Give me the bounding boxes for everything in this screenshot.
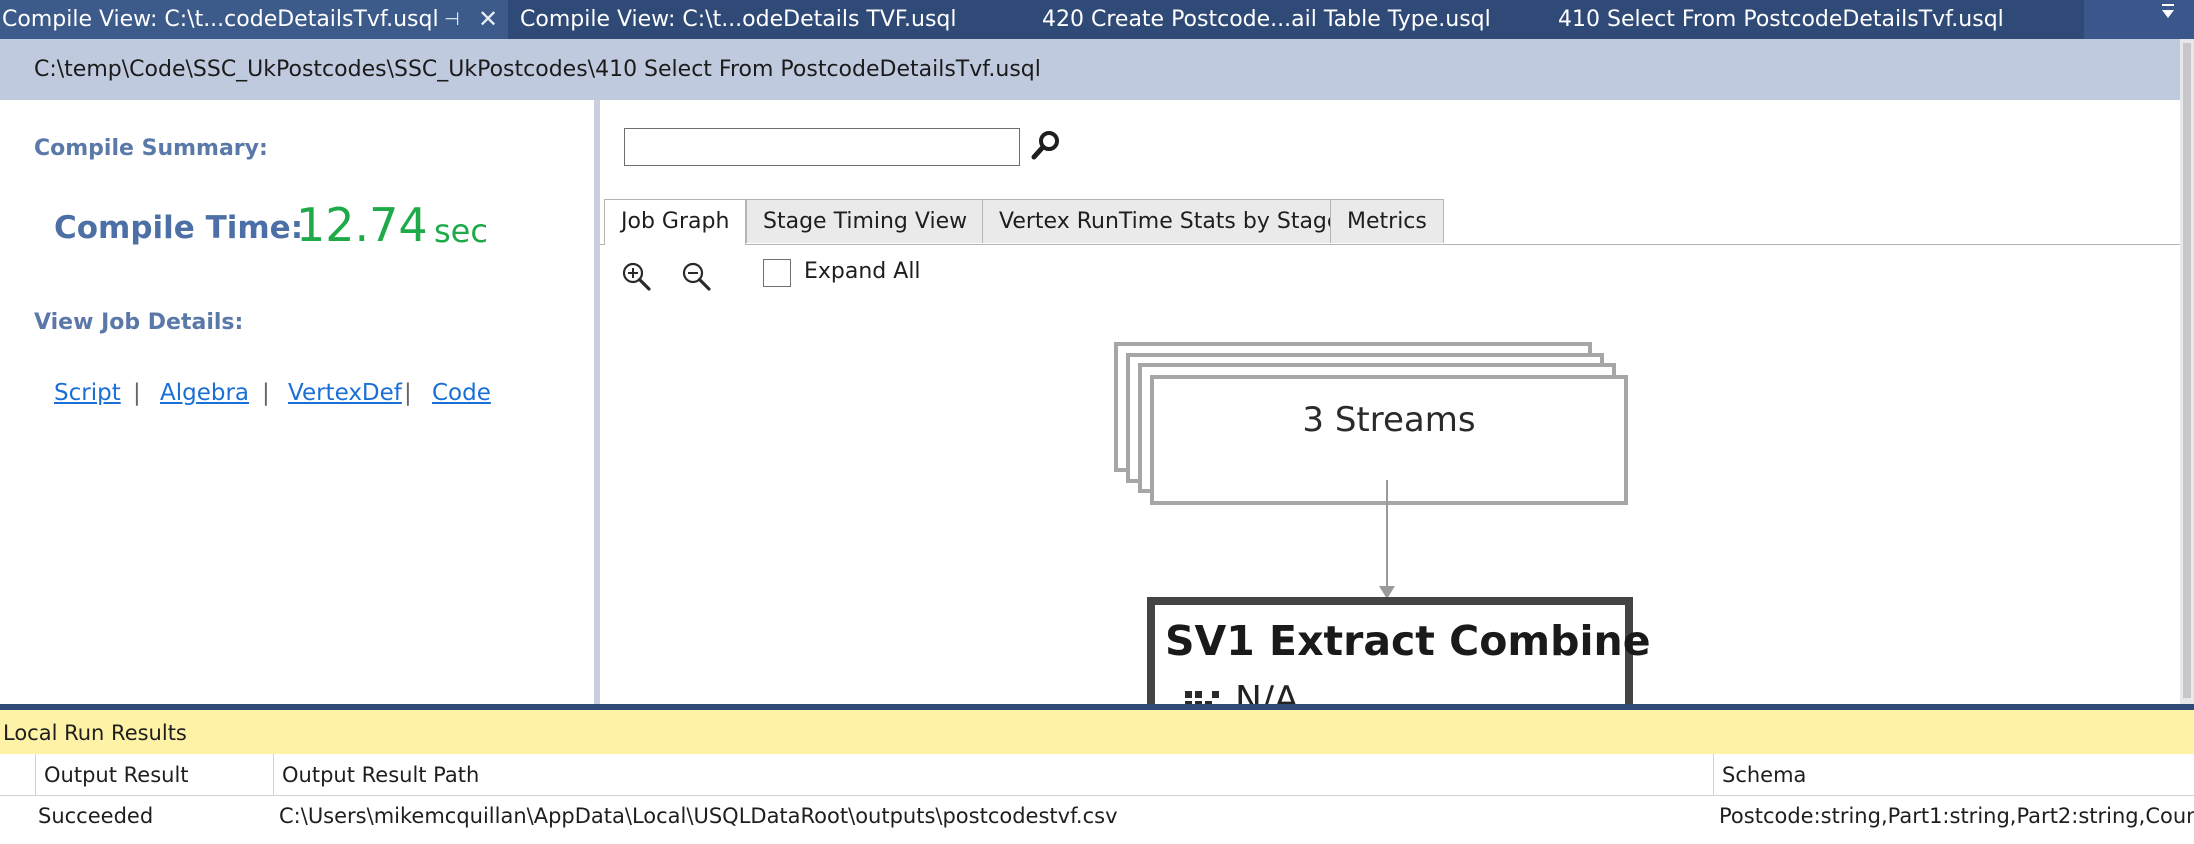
document-tab-strip: Compile View: C:\t...codeDetailsTvf.usql…: [0, 0, 2194, 39]
search-icon[interactable]: [1028, 128, 1064, 164]
chevron-down-icon: [2160, 2, 2176, 27]
close-icon[interactable]: ✕: [478, 0, 498, 39]
result-path-cell[interactable]: C:\Users\mikemcquillan\AppData\Local\USQ…: [279, 796, 1709, 836]
doc-tab-410-select-from[interactable]: 410 Select From PostcodeDetailsTvf.usql: [1546, 0, 2066, 39]
link-separator: |: [262, 380, 270, 406]
graph-edge: [1386, 480, 1388, 596]
link-separator: |: [133, 380, 141, 406]
vertex-grid-icon: [1185, 691, 1221, 704]
doc-tab-title: 420 Create Postcode...ail Table Type.usq…: [1042, 7, 1491, 32]
job-graph-panel: Job Graph Stage Timing View Vertex RunTi…: [600, 100, 2180, 704]
vertexdef-link[interactable]: VertexDef: [288, 380, 402, 406]
result-schema-cell[interactable]: Postcode:string,Part1:string,Part2:strin…: [1719, 796, 2194, 836]
result-status-cell[interactable]: Succeeded: [38, 796, 268, 836]
expand-all-label: Expand All: [804, 259, 921, 284]
view-job-details-heading: View Job Details:: [34, 310, 244, 335]
column-header-output-result[interactable]: Output Result: [36, 754, 274, 796]
compile-time-value: 12.74: [296, 198, 428, 252]
tab-stage-timing-view[interactable]: Stage Timing View: [746, 199, 985, 243]
doc-tab-compile-view-tvf[interactable]: Compile View: C:\t...odeDetails TVF.usql: [508, 0, 1008, 39]
stage-node-title: SV1 Extract Combine: [1165, 617, 1651, 665]
column-header-output-result-path[interactable]: Output Result Path: [274, 754, 1714, 796]
doc-tab-compile-view-active[interactable]: Compile View: C:\t...codeDetailsTvf.usql…: [0, 0, 508, 39]
local-run-results-header: Local Run Results: [0, 710, 2194, 754]
zoom-in-icon[interactable]: [620, 260, 654, 294]
streams-node[interactable]: [1150, 375, 1628, 505]
local-run-results-title: Local Run Results: [3, 721, 187, 745]
file-path: C:\temp\Code\SSC_UkPostcodes\SSC_UkPostc…: [34, 57, 1041, 82]
compile-summary-heading: Compile Summary:: [34, 136, 268, 161]
algebra-link[interactable]: Algebra: [160, 380, 249, 406]
code-link[interactable]: Code: [432, 380, 491, 406]
doc-tab-420-create-postcode[interactable]: 420 Create Postcode...ail Table Type.usq…: [1030, 0, 1550, 39]
search-input[interactable]: [624, 128, 1020, 166]
streams-node-label: 3 Streams: [1302, 400, 1476, 440]
tab-job-graph[interactable]: Job Graph: [604, 199, 747, 245]
stage-node-sv1[interactable]: SV1 Extract Combine N/A: [1147, 597, 1651, 704]
vertical-scrollbar[interactable]: [2180, 39, 2194, 704]
tab-metrics[interactable]: Metrics: [1330, 199, 1444, 243]
pin-icon[interactable]: ⊣: [444, 0, 460, 39]
scrollbar-thumb[interactable]: [2183, 43, 2191, 698]
link-separator: |: [404, 380, 412, 406]
doc-tab-title: 410 Select From PostcodeDetailsTvf.usql: [1558, 7, 2004, 32]
file-path-bar: C:\temp\Code\SSC_UkPostcodes\SSC_UkPostc…: [0, 39, 2180, 100]
compile-time-label: Compile Time:: [54, 210, 304, 246]
doc-tab-title: Compile View: C:\t...odeDetails TVF.usql: [520, 7, 957, 32]
doc-tab-title: Compile View: C:\t...codeDetailsTvf.usql: [2, 7, 439, 32]
zoom-out-icon[interactable]: [680, 260, 714, 294]
view-tabs: Job Graph Stage Timing View Vertex RunTi…: [600, 199, 2180, 245]
column-header-schema[interactable]: Schema: [1714, 754, 2194, 796]
row-header-column: [0, 754, 36, 796]
results-grid: Output Result Output Result Path Schema …: [0, 754, 2194, 844]
stage-node-value: N/A: [1235, 679, 1299, 704]
tab-overflow-button[interactable]: [2084, 0, 2194, 39]
tabs-divider: [600, 244, 2180, 245]
expand-all-checkbox[interactable]: [763, 259, 791, 287]
tab-vertex-runtime-stats[interactable]: Vertex RunTime Stats by Stage: [982, 199, 1358, 243]
script-link[interactable]: Script: [54, 380, 121, 406]
compile-time-unit: sec: [434, 212, 488, 250]
